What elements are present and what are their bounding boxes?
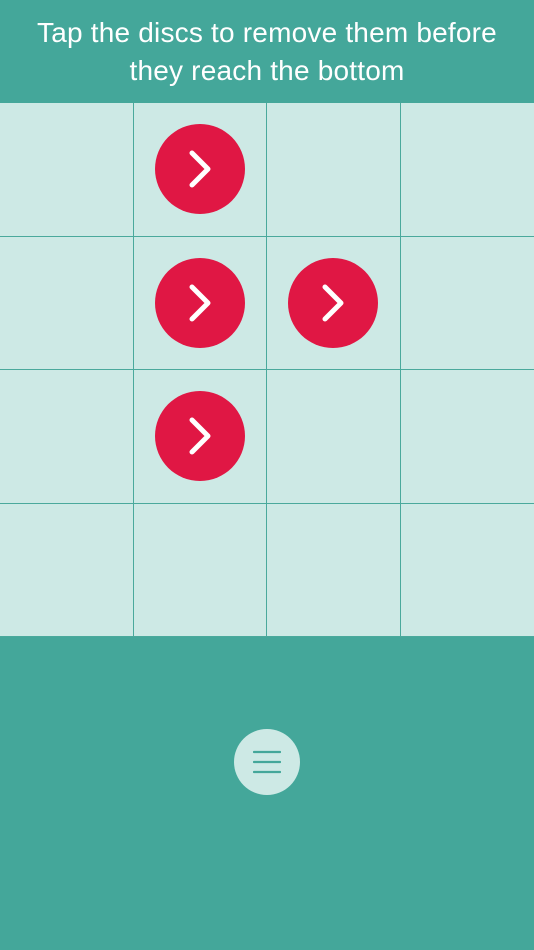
chevron-right-icon [189, 150, 211, 188]
board-cell [400, 504, 534, 637]
board-cell [133, 103, 267, 237]
disc[interactable] [154, 391, 245, 482]
board-cell [133, 370, 267, 504]
board-cell [133, 236, 267, 370]
instruction-text: Tap the discs to remove them before they… [37, 16, 497, 86]
menu-icon [253, 750, 281, 774]
disc[interactable] [154, 257, 245, 348]
board-cell [400, 237, 534, 370]
board-cell [267, 370, 401, 504]
board-cell [0, 503, 134, 637]
chevron-right-icon [322, 284, 344, 322]
board-cell [400, 370, 534, 504]
board-cell [400, 103, 534, 237]
menu-button[interactable] [234, 729, 300, 795]
disc[interactable] [154, 124, 245, 215]
chevron-right-icon [189, 417, 211, 455]
chevron-right-icon [189, 284, 211, 322]
board-cell [0, 370, 134, 504]
board-cell [133, 503, 267, 637]
instruction-header: Tap the discs to remove them before they… [0, 0, 534, 103]
disc[interactable] [288, 257, 379, 348]
board-cell [0, 103, 134, 237]
game-board [0, 103, 534, 637]
board-cell [0, 236, 134, 370]
board-cell [267, 236, 401, 370]
board-cell [267, 503, 401, 637]
board-cell [267, 103, 401, 237]
